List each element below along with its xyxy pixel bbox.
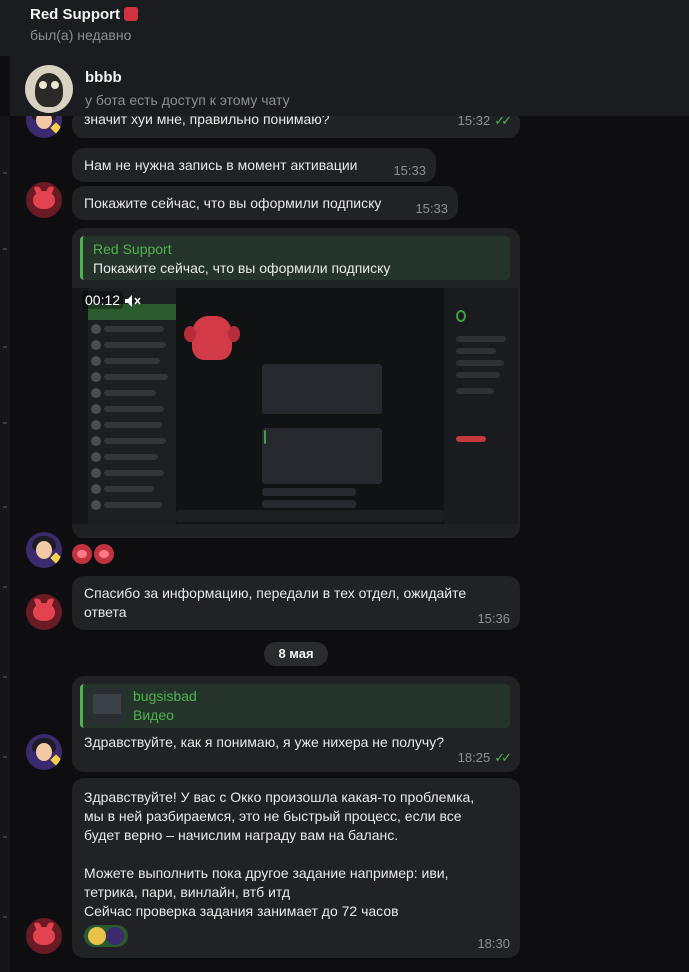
message-time: 18:25 (457, 750, 491, 765)
reply-video-thumbnail (89, 688, 125, 724)
message-time: 15:33 (393, 163, 426, 178)
date-separator: 8 мая (264, 642, 328, 666)
message-time: 18:30 (477, 936, 510, 951)
dragon-emoji-icon (124, 7, 138, 21)
message-time: 15:33 (415, 201, 448, 216)
message-text: Нам не нужна запись в момент активации (84, 157, 358, 173)
message-list[interactable]: значит хуй мне, правильно понимаю? 15:32… (0, 116, 689, 972)
user-avatar[interactable] (26, 116, 62, 138)
dragon-sticker-icon (72, 544, 92, 564)
message-line: будет верно – начислим награду вам на ба… (84, 827, 399, 843)
video-duration: 00:12 (82, 291, 124, 309)
message-line: тетрика, пари, винлайн, втб итд (84, 884, 291, 900)
reply-text: Видео (133, 707, 174, 723)
reply-quote[interactable]: bugsisbad Видео (80, 684, 510, 728)
red-support-avatar[interactable] (26, 918, 62, 954)
message-time: 15:32 (457, 116, 491, 128)
reply-text: Покажите сейчас, что вы оформили подписк… (93, 260, 391, 276)
message-text: Спасибо за информацию, передали в тех от… (84, 585, 467, 620)
message-line: Сейчас проверка задания занимает до 72 ч… (84, 903, 399, 919)
read-checkmarks-icon: ✓✓ (494, 116, 512, 128)
reply-author: Red Support (93, 241, 172, 257)
message-time: 15:36 (477, 611, 510, 626)
reactions[interactable] (84, 925, 128, 947)
message-bubble[interactable]: значит хуй мне, правильно понимаю? 15:32… (72, 116, 520, 138)
message-text: Здравствуйте, как я понимаю, я уже нихер… (84, 734, 445, 750)
pinned-name: bbbb (85, 69, 122, 86)
message-bubble[interactable]: Нам не нужна запись в момент активации 1… (72, 148, 436, 182)
user-reaction-avatar (106, 927, 124, 945)
chat-header[interactable]: Red Support был(а) недавно (0, 0, 689, 56)
message-bubble[interactable]: Покажите сейчас, что вы оформили подписк… (72, 186, 458, 220)
chat-status: был(а) недавно (30, 27, 132, 43)
message-bubble[interactable]: bugsisbad Видео Здравствуйте, как я пони… (72, 676, 520, 772)
red-support-avatar[interactable] (26, 182, 62, 218)
chat-scroll-gutter (0, 116, 10, 972)
read-checkmarks-icon: ✓✓ (494, 750, 512, 765)
dragon-sticker-icon (94, 544, 114, 564)
message-line: мы в ней разбираемся, это не быстрый про… (84, 808, 462, 824)
reactions[interactable] (72, 544, 114, 564)
message-bubble[interactable]: Здравствуйте! У вас с Окко произошла как… (72, 778, 520, 958)
reply-author: bugsisbad (133, 688, 197, 704)
chat-title: Red Support (30, 6, 689, 23)
pinned-info: у бота есть доступ к этому чату (85, 92, 290, 108)
reply-quote[interactable]: Red Support Покажите сейчас, что вы офор… (80, 236, 510, 280)
message-line: Можете выполнить пока другое задание нап… (84, 865, 449, 881)
pinned-avatar (25, 64, 73, 113)
mute-icon[interactable] (124, 294, 142, 308)
message-text: Покажите сейчас, что вы оформили подписк… (84, 195, 382, 211)
message-line: Здравствуйте! У вас с Окко произошла как… (84, 789, 475, 805)
video-preview[interactable] (72, 288, 518, 536)
user-avatar[interactable] (26, 734, 62, 770)
pinned-bar[interactable]: bbbb у бота есть доступ к этому чату (10, 56, 689, 116)
message-bubble[interactable]: Спасибо за информацию, передали в тех от… (72, 576, 520, 630)
crying-face-emoji-icon (88, 927, 106, 945)
red-support-avatar[interactable] (26, 594, 62, 630)
message-text: значит хуй мне, правильно понимаю? (84, 116, 330, 127)
user-avatar[interactable] (26, 532, 62, 568)
message-line (84, 845, 508, 864)
